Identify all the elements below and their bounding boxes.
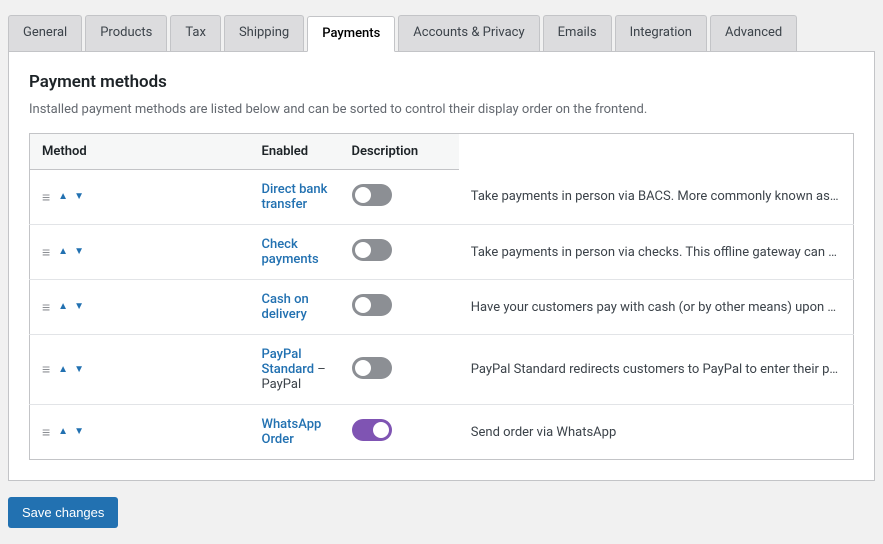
toggle-whatsapp[interactable] (352, 419, 392, 441)
table-row: ≡ ▲ ▼ Check payments Take payments in per… (30, 225, 854, 280)
drag-handle-icon: ≡ (42, 424, 50, 441)
payment-methods-table: Method Enabled Description ≡ ▲ ▼ Direct … (29, 133, 854, 460)
table-row: ≡ ▲ ▼ Cash on delivery Have your customer… (30, 280, 854, 335)
method-link-whatsapp[interactable]: WhatsApp Order (262, 417, 322, 447)
sort-down-icon[interactable]: ▼ (72, 426, 86, 438)
drag-handle-icon: ≡ (42, 299, 50, 316)
tab-accounts-privacy[interactable]: Accounts & Privacy (398, 15, 539, 51)
tab-products[interactable]: Products (85, 15, 167, 51)
col-header-description: Description (340, 134, 459, 170)
table-row: ≡ ▲ ▼ Direct bank transfer Take payments … (30, 170, 854, 225)
tab-content: Payment methods Installed payment method… (8, 51, 875, 481)
drag-handle-icon: ≡ (42, 189, 50, 206)
desc-cheque: Take payments in person via checks. This… (459, 225, 854, 280)
tab-payments[interactable]: Payments (307, 16, 395, 52)
sort-up-icon[interactable]: ▲ (56, 364, 70, 376)
settings-page: GeneralProductsTaxShippingPaymentsAccoun… (0, 0, 883, 544)
method-link-bacs[interactable]: Direct bank transfer (262, 182, 328, 212)
tab-advanced[interactable]: Advanced (710, 15, 797, 51)
section-desc: Installed payment methods are listed bel… (29, 102, 854, 117)
sort-up-icon[interactable]: ▲ (56, 246, 70, 258)
desc-cod: Have your customers pay with cash (or by… (459, 280, 854, 335)
sort-down-icon[interactable]: ▼ (72, 191, 86, 203)
sort-up-icon[interactable]: ▲ (56, 301, 70, 313)
sort-up-icon[interactable]: ▲ (56, 426, 70, 438)
sort-down-icon[interactable]: ▼ (72, 246, 86, 258)
tab-general[interactable]: General (8, 15, 82, 51)
tab-emails[interactable]: Emails (543, 15, 612, 51)
col-header-method: Method (30, 134, 250, 170)
table-row: ≡ ▲ ▼ WhatsApp Order Send order via Whats… (30, 405, 854, 460)
drag-handle-icon: ≡ (42, 244, 50, 261)
toggle-cod[interactable] (352, 294, 392, 316)
sort-down-icon[interactable]: ▼ (72, 364, 86, 376)
method-link-cod[interactable]: Cash on delivery (262, 292, 309, 322)
settings-tabs: GeneralProductsTaxShippingPaymentsAccoun… (8, 0, 883, 51)
toggle-bacs[interactable] (352, 184, 392, 206)
tab-integration[interactable]: Integration (615, 15, 707, 51)
sort-up-icon[interactable]: ▲ (56, 191, 70, 203)
desc-whatsapp: Send order via WhatsApp (459, 405, 854, 460)
method-link-paypal[interactable]: PayPal Standard (262, 347, 315, 377)
desc-paypal: PayPal Standard redirects customers to P… (459, 335, 854, 405)
drag-handle-icon: ≡ (42, 361, 50, 378)
desc-bacs: Take payments in person via BACS. More c… (459, 170, 854, 225)
save-button[interactable]: Save changes (8, 497, 118, 528)
sort-down-icon[interactable]: ▼ (72, 301, 86, 313)
tab-shipping[interactable]: Shipping (224, 15, 304, 51)
tab-tax[interactable]: Tax (170, 15, 221, 51)
method-link-cheque[interactable]: Check payments (262, 237, 319, 267)
toggle-paypal[interactable] (352, 357, 392, 379)
col-header-enabled: Enabled (250, 134, 340, 170)
section-title: Payment methods (29, 72, 854, 92)
toggle-cheque[interactable] (352, 239, 392, 261)
table-row: ≡ ▲ ▼ PayPal Standard – PayPalPayPal Sta… (30, 335, 854, 405)
